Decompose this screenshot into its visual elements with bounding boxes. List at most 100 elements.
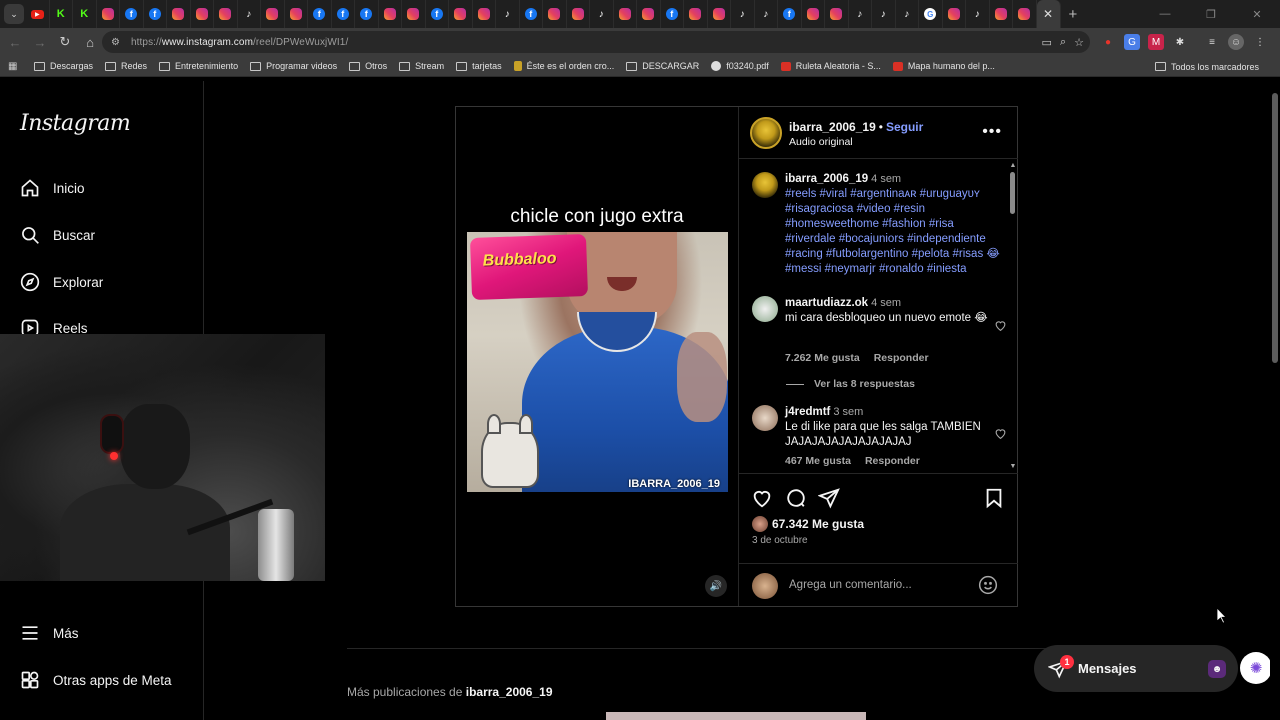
browser-tab[interactable]: f — [520, 0, 543, 28]
browser-tab[interactable]: K — [73, 0, 97, 28]
bookmark-item[interactable]: f03240.pdf — [711, 61, 769, 71]
scroll-down-arrow-icon[interactable]: ▼ — [1009, 463, 1017, 471]
browser-tab[interactable] — [943, 0, 966, 28]
comment-username[interactable]: j4redmtf — [785, 406, 830, 418]
comment-username[interactable]: maartudiazz.ok — [785, 297, 868, 309]
more-options-icon[interactable]: ••• — [982, 123, 1002, 141]
browser-tab[interactable]: ♪ — [731, 0, 755, 28]
close-tab-icon[interactable]: ✕ — [1042, 7, 1054, 21]
translate-icon[interactable]: G — [1124, 34, 1140, 50]
browser-tab[interactable]: ♪ — [496, 0, 520, 28]
bookmark-item[interactable]: Éste es el orden cro... — [513, 61, 614, 71]
browser-tab[interactable]: f — [120, 0, 144, 28]
browser-tab[interactable]: ♪ — [896, 0, 919, 28]
kebab-menu-icon[interactable]: ⋮ — [1252, 34, 1268, 50]
browser-tab[interactable]: ♪ — [238, 0, 261, 28]
extension-pink-icon[interactable]: M — [1148, 34, 1164, 50]
browser-tab[interactable]: ♪ — [590, 0, 614, 28]
audio-link[interactable]: Audio original — [789, 136, 853, 148]
bookmark-item[interactable]: Ruleta Aleatoria - S... — [780, 61, 881, 71]
page-scroll-thumb[interactable] — [1272, 93, 1278, 363]
post-thumbnail[interactable] — [606, 712, 866, 720]
browser-tab[interactable] — [261, 0, 285, 28]
author-username[interactable]: ibarra_2006_19 — [789, 120, 876, 134]
bookmark-item[interactable]: Descargas — [34, 61, 93, 71]
bookmark-item[interactable]: Programar videos — [250, 61, 337, 71]
bookmark-item[interactable]: Otros — [349, 61, 387, 71]
browser-tab[interactable] — [379, 0, 402, 28]
reply-button[interactable]: Responder — [874, 352, 929, 364]
home-button[interactable]: ⌂ — [78, 30, 102, 54]
browser-tab[interactable]: f — [355, 0, 379, 28]
sidebar-item-meta-apps[interactable]: Otras apps de Meta — [20, 668, 172, 692]
zoom-icon[interactable]: ⌕ — [1060, 36, 1066, 49]
emoji-icon[interactable] — [978, 575, 998, 595]
like-heart-icon[interactable] — [751, 487, 773, 509]
like-comment-heart-icon[interactable] — [994, 427, 1007, 440]
new-tab-button[interactable]: + — [1069, 6, 1078, 23]
browser-tab[interactable]: f — [332, 0, 355, 28]
browser-tab[interactable]: ♪ — [849, 0, 872, 28]
browser-tab[interactable] — [97, 0, 120, 28]
browser-tab[interactable] — [402, 0, 426, 28]
browser-tab[interactable]: ♪ — [966, 0, 990, 28]
save-bookmark-icon[interactable] — [983, 487, 1005, 509]
browser-tab[interactable]: K — [50, 0, 73, 28]
browser-tab[interactable] — [1013, 0, 1037, 28]
browser-tab[interactable] — [990, 0, 1013, 28]
messages-button[interactable]: 1 Mensajes ☻ — [1034, 645, 1238, 692]
commenter-avatar[interactable] — [752, 405, 778, 431]
follow-button[interactable]: Seguir — [886, 120, 923, 134]
comment-likes[interactable]: 7.262 Me gusta — [785, 352, 860, 364]
sidebar-item-buscar[interactable]: Buscar — [20, 223, 95, 247]
extension-red-icon[interactable]: ● — [1100, 34, 1116, 50]
reload-button[interactable]: ↻ — [53, 30, 77, 54]
browser-tab[interactable]: ♪ — [755, 0, 778, 28]
view-replies-button[interactable]: Ver las 8 respuestas — [786, 378, 915, 390]
browser-tab[interactable] — [567, 0, 590, 28]
bookmark-item[interactable]: Mapa humano del p... — [892, 61, 995, 71]
minimize-button[interactable]: — — [1142, 0, 1188, 28]
maximize-button[interactable]: ❐ — [1188, 0, 1234, 28]
browser-tab[interactable] — [637, 0, 661, 28]
sidebar-item-explorar[interactable]: Explorar — [20, 270, 103, 294]
profile-icon[interactable]: ☺ — [1228, 34, 1244, 50]
tab-search-button[interactable]: ⌄ — [4, 4, 24, 24]
author-avatar[interactable] — [750, 117, 782, 149]
share-send-icon[interactable] — [818, 487, 840, 509]
likes-row[interactable]: 67.342 Me gusta — [752, 516, 864, 532]
browser-tab[interactable] — [543, 0, 567, 28]
site-info-icon[interactable]: ⚙ — [111, 36, 123, 48]
comment-bubble-icon[interactable] — [785, 487, 807, 509]
commenter-avatar[interactable] — [752, 296, 778, 322]
like-comment-heart-icon[interactable] — [994, 319, 1007, 332]
cast-icon[interactable]: ▭ — [1042, 36, 1052, 49]
bookmark-item[interactable]: tarjetas — [456, 61, 502, 71]
bookmark-star-icon[interactable]: ☆ — [1074, 36, 1084, 49]
sidebar-item-mas[interactable]: Más — [20, 621, 79, 645]
browser-tab[interactable] — [825, 0, 849, 28]
browser-tab[interactable] — [167, 0, 191, 28]
browser-tab[interactable] — [214, 0, 238, 28]
page-scrollbar[interactable] — [1270, 81, 1280, 720]
browser-tab[interactable] — [285, 0, 308, 28]
reel-player[interactable]: chicle con jugo extra Bubbaloo IBARRA_20… — [456, 107, 738, 606]
sidebar-item-inicio[interactable]: Inicio — [20, 176, 85, 200]
reel-video-frame[interactable]: Bubbaloo IBARRA_2006_19 — [467, 232, 728, 492]
reply-button[interactable]: Responder — [865, 455, 920, 467]
media-icon[interactable]: ≡ — [1204, 34, 1220, 50]
scroll-thumb[interactable] — [1010, 172, 1015, 214]
browser-tab[interactable]: f — [778, 0, 802, 28]
apps-grid-icon[interactable]: ▦ — [8, 60, 20, 72]
forward-button[interactable]: → — [28, 30, 52, 54]
active-tab[interactable]: ✕ — [1036, 0, 1061, 28]
caption-username[interactable]: ibarra_2006_19 — [785, 173, 868, 185]
scroll-up-arrow-icon[interactable]: ▲ — [1009, 162, 1017, 170]
volume-icon[interactable]: 🔊 — [705, 575, 727, 597]
browser-tab[interactable]: f — [308, 0, 332, 28]
comment-likes[interactable]: 467 Me gusta — [785, 455, 851, 467]
assistant-bubble-icon[interactable]: ✺ — [1240, 652, 1272, 684]
author-avatar[interactable] — [752, 172, 778, 198]
more-posts-user[interactable]: ibarra_2006_19 — [466, 685, 553, 699]
browser-tab[interactable]: G — [919, 0, 943, 28]
